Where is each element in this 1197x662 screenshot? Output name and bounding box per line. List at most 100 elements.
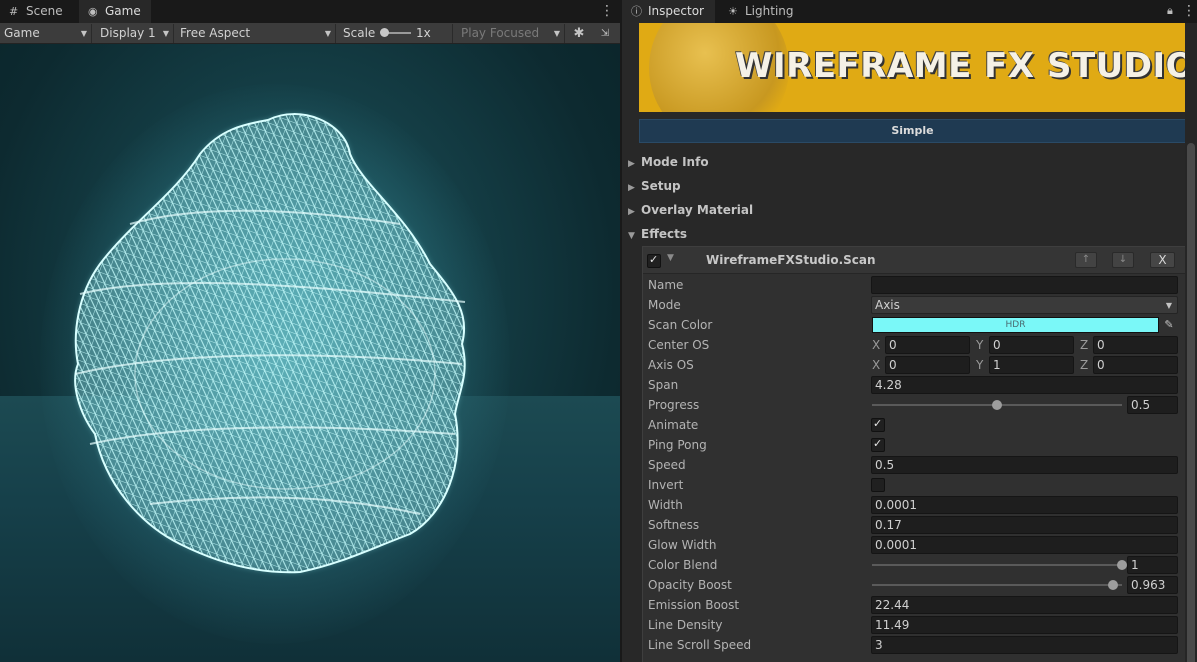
center-os-z[interactable]: 0 (1093, 336, 1178, 354)
axis-y-label: Y (976, 358, 984, 372)
move-up-button[interactable]: ↑ (1075, 252, 1097, 268)
emission-boost-field[interactable]: 22.44 (871, 596, 1178, 614)
axis-os-x[interactable]: 0 (885, 356, 970, 374)
move-down-button[interactable]: ↓ (1112, 252, 1134, 268)
glow-width-field[interactable]: 0.0001 (871, 536, 1178, 554)
axis-z-label: Z (1080, 338, 1089, 352)
foldout-mode-info[interactable]: ▶ Mode Info (628, 152, 709, 172)
color-blend-slider-handle[interactable] (1117, 560, 1127, 570)
speed-field[interactable]: 0.5 (871, 456, 1178, 474)
effect-header: ✓ ▼ WireframeFXStudio.Scan ↑ ↓ X (643, 247, 1185, 274)
mode-dropdown[interactable]: Axis ▼ (871, 296, 1178, 314)
scale-slider-handle[interactable] (380, 28, 389, 37)
center-os-x[interactable]: 0 (885, 336, 970, 354)
tab-lighting[interactable]: ☀ Lighting (719, 0, 802, 23)
prop-label-line-density: Line Density (648, 618, 723, 632)
center-os-y[interactable]: 0 (989, 336, 1074, 354)
axis-z-label: Z (1080, 358, 1089, 372)
prop-label-mode: Mode (648, 298, 681, 312)
prop-label-line-scroll-speed: Line Scroll Speed (648, 638, 752, 652)
name-field[interactable] (871, 276, 1178, 294)
foldout-setup[interactable]: ▶ Setup (628, 176, 681, 196)
prop-label-glow-width: Glow Width (648, 538, 717, 552)
stats-icon[interactable]: ⇲ (596, 25, 614, 42)
width-field[interactable]: 0.0001 (871, 496, 1178, 514)
game-toolbar: Game ▼ Display 1 ▼ Free Aspect ▼ Scale 1… (0, 23, 620, 44)
wireframe-mesh (74, 113, 466, 574)
simple-mode-button[interactable]: Simple (639, 119, 1186, 143)
axis-y-label: Y (976, 338, 984, 352)
left-panel-menu-icon[interactable]: ⋮ (600, 3, 614, 19)
prop-label-color-blend: Color Blend (648, 558, 718, 572)
progress-field[interactable]: 0.5 (1127, 396, 1178, 414)
scan-color-swatch[interactable]: HDR (872, 317, 1159, 333)
chevron-down-icon: ▼ (628, 231, 635, 241)
opacity-boost-slider-handle[interactable] (1107, 580, 1118, 590)
tab-game[interactable]: ◉ Game (79, 0, 151, 23)
prop-label-softness: Softness (648, 518, 700, 532)
checkmark-icon: ✓ (649, 253, 659, 266)
tab-inspector[interactable]: ⓘ Inspector (622, 0, 715, 23)
prop-label-opacity-boost: Opacity Boost (648, 578, 732, 592)
effect-title: WireframeFXStudio.Scan (706, 253, 876, 267)
aspect-dropdown[interactable]: Free Aspect ▼ (176, 24, 336, 43)
scale-value: 1x (416, 26, 431, 40)
prop-label-speed: Speed (648, 458, 686, 472)
prop-label-span: Span (648, 378, 679, 392)
banner-title: WIREFRAME FX STUDIO (735, 46, 1186, 86)
inspector-scrollbar-thumb[interactable] (1187, 143, 1195, 662)
tab-scene[interactable]: # Scene (0, 0, 71, 23)
prop-label-invert: Invert (648, 478, 684, 492)
checkmark-icon: ✓ (873, 417, 883, 430)
axis-os-z[interactable]: 0 (1093, 356, 1178, 374)
inspector-scrollbar[interactable] (1185, 23, 1197, 662)
progress-slider-handle[interactable] (992, 400, 1002, 410)
opacity-boost-field[interactable]: 0.963 (1127, 576, 1178, 594)
prop-label-scan-color: Scan Color (648, 318, 713, 332)
prop-label-width: Width (648, 498, 683, 512)
inspector-menu-icon[interactable]: ⋮ (1182, 3, 1196, 19)
display-mode-dropdown[interactable]: Game ▼ (0, 24, 92, 43)
bug-icon[interactable]: ✱ (570, 25, 588, 42)
chevron-down-icon: ▼ (1165, 301, 1172, 310)
info-icon: ⓘ (631, 5, 642, 18)
prop-label-progress: Progress (648, 398, 700, 412)
prop-label-axis-os: Axis OS (648, 358, 694, 372)
softness-field[interactable]: 0.17 (871, 516, 1178, 534)
prop-label-emission-boost: Emission Boost (648, 598, 740, 612)
display-dropdown[interactable]: Display 1 ▼ (96, 24, 174, 43)
ping-pong-checkbox[interactable]: ✓ (871, 437, 885, 452)
prop-label-center-os: Center OS (648, 338, 710, 352)
chevron-down-icon: ▼ (162, 29, 169, 38)
color-blend-field[interactable]: 1 (1127, 556, 1178, 574)
chevron-down-icon: ▼ (324, 29, 331, 38)
effect-enabled-checkbox[interactable]: ✓ (647, 253, 661, 268)
axis-x-label: X (872, 358, 881, 372)
remove-effect-button[interactable]: X (1150, 252, 1175, 268)
left-tab-bar: # Scene ◉ Game ⋮ (0, 0, 620, 23)
axis-os-y[interactable]: 1 (989, 356, 1074, 374)
play-mode-dropdown[interactable]: Play Focused ▼ (457, 24, 565, 43)
line-density-field[interactable]: 11.49 (871, 616, 1178, 634)
game-viewport[interactable] (0, 44, 620, 662)
invert-checkbox[interactable]: ✓ (871, 478, 885, 492)
eyedropper-icon[interactable]: ✎ (1161, 317, 1177, 333)
foldout-effects[interactable]: ▼ Effects (628, 224, 687, 244)
prop-label-ping-pong: Ping Pong (648, 438, 707, 452)
opacity-boost-slider-track[interactable] (872, 584, 1122, 586)
animate-checkbox[interactable]: ✓ (871, 417, 885, 432)
span-field[interactable]: 4.28 (871, 376, 1178, 394)
chevron-right-icon: ▶ (628, 159, 635, 169)
game-panel: # Scene ◉ Game ⋮ Game ▼ Display 1 ▼ Free… (0, 0, 620, 662)
prop-label-name: Name (648, 278, 684, 292)
foldout-overlay-material[interactable]: ▶ Overlay Material (628, 200, 753, 220)
lock-icon[interactable]: 🔒︎ (1167, 4, 1177, 18)
scale-label: Scale (343, 26, 376, 40)
bulb-icon: ☀ (728, 5, 738, 18)
color-blend-slider-track[interactable] (872, 564, 1122, 566)
gamepad-icon: ◉ (88, 5, 98, 18)
chevron-down-icon[interactable]: ▼ (667, 253, 674, 263)
right-tab-bar: ⓘ Inspector ☀ Lighting 🔒︎ ⋮ (622, 0, 1197, 23)
line-scroll-speed-field[interactable]: 3 (871, 636, 1178, 654)
chevron-right-icon: ▶ (628, 207, 635, 217)
